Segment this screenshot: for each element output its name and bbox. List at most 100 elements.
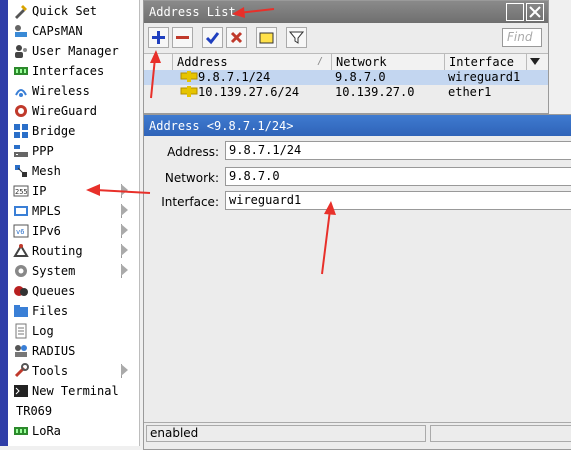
column-header-interface[interactable]: Interface	[444, 54, 530, 70]
address-list-titlebar[interactable]: Address List	[144, 1, 548, 23]
submenu-arrow-icon	[121, 264, 129, 278]
ppp-icon	[12, 143, 30, 159]
ipv6-icon: v6	[12, 223, 30, 239]
sidebar-item-capsman[interactable]: CAPsMAN	[8, 21, 139, 41]
note-icon	[259, 32, 274, 44]
cell-interface: wireguard1	[448, 70, 521, 84]
column-chooser-button[interactable]	[526, 54, 546, 70]
sidebar-item-files[interactable]: Files	[8, 301, 139, 321]
sidebar-item-tools[interactable]: Tools	[8, 361, 139, 381]
sidebar-item-routing[interactable]: Routing	[8, 241, 139, 261]
cell-address: 9.8.7.1/24	[198, 70, 271, 84]
interfaces-icon	[12, 63, 30, 79]
interface-select[interactable]: wireguard1	[225, 191, 571, 210]
cell-interface: ether1	[448, 85, 492, 99]
gear-icon	[12, 263, 30, 279]
sidebar-item-new-terminal[interactable]: New Terminal	[8, 381, 139, 401]
sidebar-item-mesh[interactable]: Mesh	[8, 161, 139, 181]
comment-button[interactable]	[256, 27, 277, 48]
folder-icon	[12, 303, 30, 319]
window-title: Address <9.8.7.1/24>	[149, 118, 294, 133]
user-manager-icon	[12, 43, 30, 59]
bridge-icon	[12, 123, 30, 139]
sidebar-item-system[interactable]: System	[8, 261, 139, 281]
wireguard-icon	[12, 103, 30, 119]
checkmark-icon	[205, 32, 220, 45]
sidebar-item-interfaces[interactable]: Interfaces	[8, 61, 139, 81]
sidebar-item-log[interactable]: Log	[8, 321, 139, 341]
window-title: Address List	[149, 5, 236, 19]
sidebar-item-queues[interactable]: Queues	[8, 281, 139, 301]
sidebar-item-ip[interactable]: 255 IP	[8, 181, 139, 201]
sidebar-menu: Quick Set CAPsMAN User Manager Interface…	[8, 0, 140, 446]
sidebar-item-radius[interactable]: RADIUS	[8, 341, 139, 361]
network-field[interactable]: 9.8.7.0	[225, 167, 571, 186]
svg-text:255: 255	[15, 188, 28, 196]
status-panel	[430, 425, 571, 442]
submenu-arrow-icon	[121, 244, 129, 258]
find-input[interactable]: Find	[502, 28, 542, 47]
sort-indicator-icon: /	[317, 56, 324, 67]
ip-icon: 255	[12, 183, 30, 199]
cell-network: 9.8.7.0	[335, 70, 386, 84]
close-icon	[529, 6, 541, 18]
address-field[interactable]: 9.8.7.1/24	[225, 141, 571, 160]
mesh-icon	[12, 163, 30, 179]
routing-icon	[12, 243, 30, 259]
column-header-network[interactable]: Network	[331, 54, 444, 70]
address-list-window: Address List Find Address / Network Inte…	[143, 0, 549, 114]
submenu-arrow-icon	[121, 224, 129, 238]
wireless-icon	[12, 83, 30, 99]
sidebar-item-wireless[interactable]: Wireless	[8, 81, 139, 101]
quick-set-icon	[12, 3, 30, 19]
enable-button[interactable]	[202, 27, 223, 48]
sidebar-item-ipv6[interactable]: v6 IPv6	[8, 221, 139, 241]
address-table-header: Address / Network Interface	[144, 53, 548, 71]
terminal-icon	[12, 383, 30, 399]
maximize-button[interactable]	[506, 3, 524, 21]
filter-button[interactable]	[286, 27, 307, 48]
network-label: Network:	[164, 171, 219, 185]
left-brand-stripe	[0, 0, 8, 446]
address-edit-titlebar[interactable]: Address <9.8.7.1/24>	[144, 115, 571, 136]
chevron-down-icon	[530, 58, 540, 65]
filter-icon	[289, 31, 304, 44]
sidebar-item-wireguard[interactable]: WireGuard	[8, 101, 139, 121]
plus-icon	[152, 31, 165, 44]
sidebar-item-mpls[interactable]: MPLS	[8, 201, 139, 221]
minus-icon	[176, 36, 189, 39]
submenu-arrow-icon	[121, 364, 129, 378]
lora-icon	[12, 423, 30, 439]
radius-icon	[12, 343, 30, 359]
remove-button[interactable]	[172, 27, 193, 48]
queues-icon	[12, 283, 30, 299]
interface-label: Interface:	[161, 195, 219, 209]
submenu-arrow-icon	[121, 204, 129, 218]
x-icon	[230, 31, 243, 44]
status-text: enabled	[146, 425, 426, 442]
sidebar-item-lora[interactable]: LoRa	[8, 421, 139, 441]
sidebar-item-quick-set[interactable]: Quick Set	[8, 1, 139, 21]
disable-button[interactable]	[226, 27, 247, 48]
svg-text:v6: v6	[16, 228, 24, 236]
sidebar-item-user-manager[interactable]: User Manager	[8, 41, 139, 61]
cell-network: 10.139.27.0	[335, 85, 415, 99]
submenu-arrow-icon	[121, 184, 129, 198]
sidebar-item-ppp[interactable]: PPP	[8, 141, 139, 161]
close-button[interactable]	[526, 3, 544, 21]
cell-address: 10.139.27.6/24	[198, 85, 300, 99]
status-bar: enabled	[144, 422, 571, 444]
sidebar-item-bridge[interactable]: Bridge	[8, 121, 139, 141]
table-row[interactable]: 10.139.27.6/24 10.139.27.0 ether1	[144, 85, 548, 100]
capsman-icon	[12, 23, 30, 39]
column-header-address[interactable]: Address	[172, 54, 332, 70]
address-label: Address:	[167, 145, 219, 159]
table-row[interactable]: 9.8.7.1/24 9.8.7.0 wireguard1	[144, 70, 548, 85]
address-list-toolbar: Find	[144, 24, 548, 52]
add-button[interactable]	[148, 27, 169, 48]
mpls-icon	[12, 203, 30, 219]
sidebar-item-tr069[interactable]: TR069	[8, 401, 139, 421]
tools-icon	[12, 363, 30, 379]
address-edit-window: Address <9.8.7.1/24> Address: 9.8.7.1/24…	[143, 114, 571, 450]
log-icon	[12, 323, 30, 339]
